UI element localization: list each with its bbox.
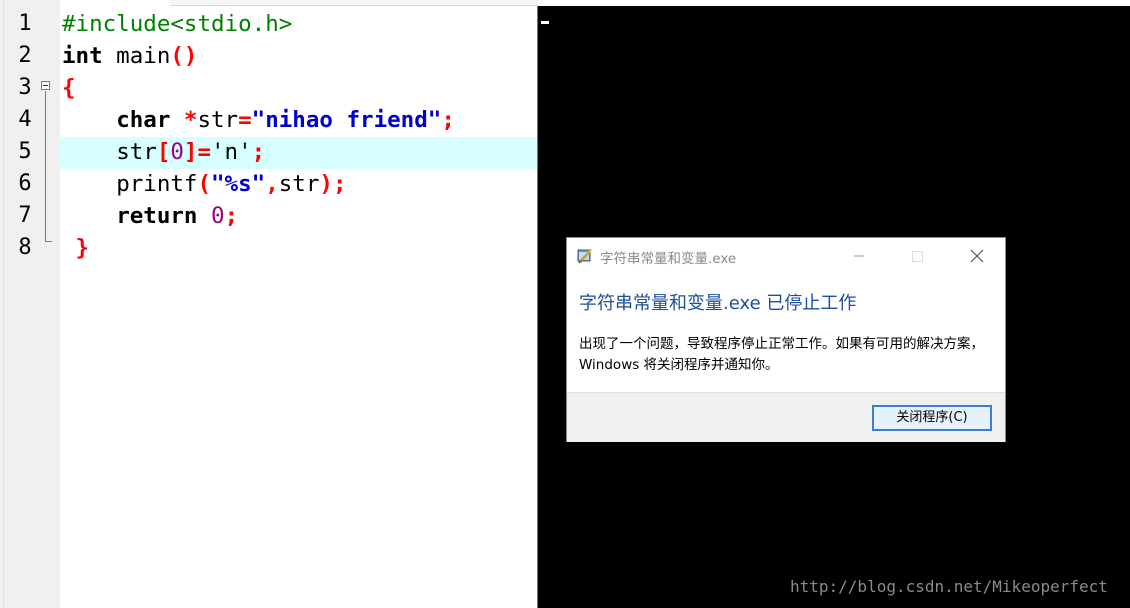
code-line-6[interactable]: printf("%s",str); (62, 168, 346, 200)
dialog-title: 字符串常量和变量.exe (600, 251, 737, 267)
gutter-divider (3, 0, 4, 608)
code-line-2[interactable]: int main() (62, 40, 197, 72)
dialog-heading: 字符串常量和变量.exe 已停止工作 (579, 293, 857, 314)
dialog-message: 出现了一个问题，导致程序停止正常工作。如果有可用的解决方案，Windows 将关… (579, 336, 984, 373)
fold-collapse-icon[interactable] (41, 81, 50, 90)
code-line-1[interactable]: #include<stdio.h> (62, 8, 292, 40)
brace-open: { (62, 75, 76, 101)
code-editor[interactable]: 1 2 3 4 5 6 7 8 #include<stdio.h> int ma… (0, 0, 538, 608)
keyword-char: char (116, 107, 171, 133)
fold-range-end (45, 241, 52, 242)
argument: str (278, 171, 320, 197)
close-program-button[interactable]: 关闭程序(C) (872, 405, 992, 431)
function-name: main (102, 43, 171, 69)
char-literal: 'n' (211, 139, 252, 165)
line-number: 8 (18, 235, 32, 260)
line-number: 6 (18, 171, 32, 196)
keyword-return: return (116, 203, 198, 229)
bracket-open: [ (156, 139, 171, 165)
editor-tab-strip (170, 0, 538, 6)
maximize-icon[interactable] (895, 242, 939, 270)
line-number: 5 (18, 139, 32, 164)
close-icon[interactable] (955, 242, 999, 270)
variable-name: str (116, 139, 157, 165)
application-icon (577, 249, 592, 264)
error-dialog[interactable]: 字符串常量和变量.exe 字符串常量和变量.exe 已停止工作 出现了一个问题，… (566, 237, 1006, 442)
line-number: 4 (18, 107, 32, 132)
semicolon: ; (224, 203, 239, 229)
code-line-7[interactable]: return 0; (62, 200, 238, 232)
semicolon: ; (332, 171, 347, 197)
variable-name: str (197, 107, 239, 133)
fold-range-line (45, 91, 46, 241)
dialog-titlebar[interactable]: 字符串常量和变量.exe (567, 238, 1005, 274)
pointer-star: * (183, 107, 198, 133)
semicolon: ; (441, 107, 455, 133)
assign-operator: = (238, 107, 252, 133)
line-number: 2 (18, 43, 32, 68)
console-cursor (541, 21, 549, 24)
paren-close: ) (183, 43, 198, 69)
format-string: "%s" (211, 171, 266, 197)
comma: , (265, 171, 279, 197)
code-line-8[interactable]: } (62, 232, 90, 264)
code-line-5[interactable]: str[0]='n'; (62, 136, 265, 168)
function-call: printf (116, 171, 198, 197)
keyword-int: int (62, 43, 103, 69)
preprocessor-directive: #include<stdio.h> (62, 11, 293, 37)
brace-close: } (62, 235, 90, 261)
index-literal: 0 (170, 139, 184, 165)
return-value: 0 (211, 203, 225, 229)
string-literal: "nihao friend" (251, 107, 442, 133)
line-number: 7 (18, 203, 32, 228)
semicolon: ; (251, 139, 266, 165)
assign-operator: = (197, 139, 212, 165)
dialog-footer: 关闭程序(C) (567, 392, 1005, 442)
watermark: http://blog.csdn.net/Mikeoperfect (790, 577, 1108, 596)
paren-open: ( (170, 43, 184, 69)
line-number: 3 (18, 75, 32, 100)
minimize-icon[interactable] (837, 242, 881, 270)
code-line-3[interactable]: { (62, 72, 76, 104)
paren-open: ( (197, 171, 212, 197)
paren-close: ) (319, 171, 333, 197)
code-line-4[interactable]: char *str="nihao friend"; (62, 104, 455, 136)
bracket-close: ] (183, 139, 198, 165)
line-number: 1 (18, 11, 32, 36)
